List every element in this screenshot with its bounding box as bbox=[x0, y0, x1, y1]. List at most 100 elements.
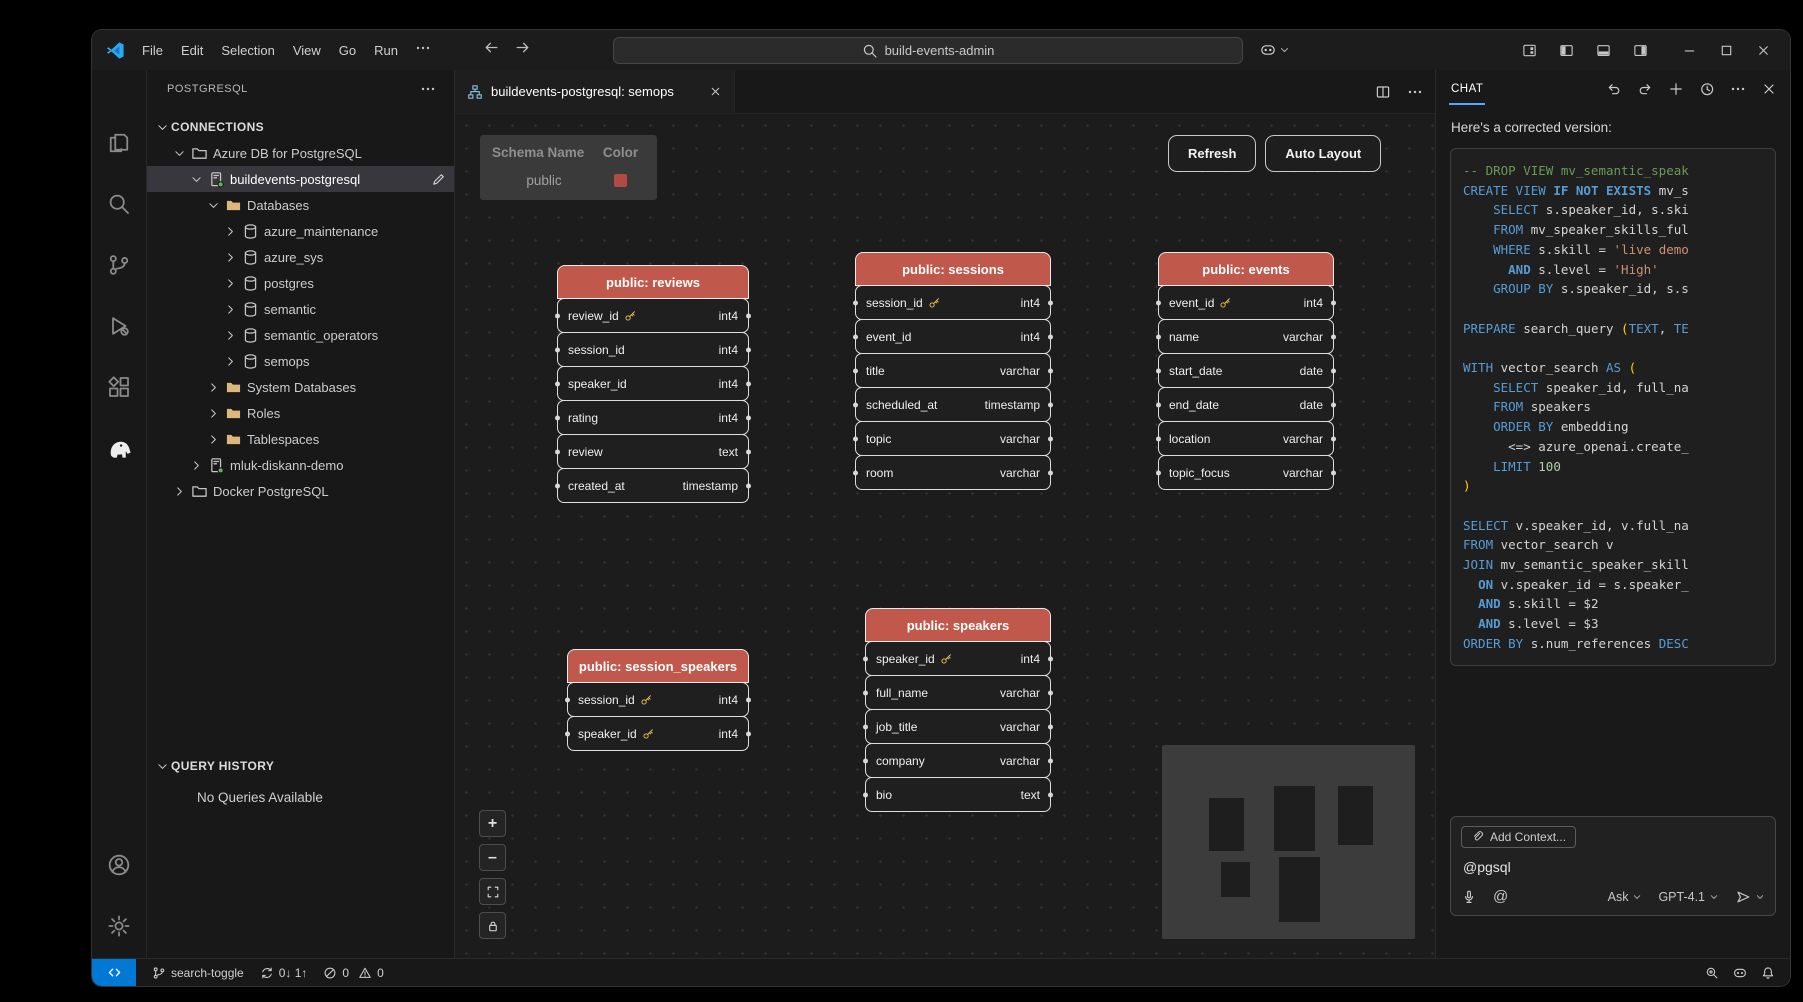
tree-item-databases[interactable]: Databases bbox=[147, 192, 454, 218]
tree-item-docker-postgresql[interactable]: Docker PostgreSQL bbox=[147, 478, 454, 504]
tree-item-postgres[interactable]: postgres bbox=[147, 270, 454, 296]
zoom-in-button[interactable]: + bbox=[479, 810, 506, 837]
git-sync-item[interactable]: 0↓ 1↑ bbox=[252, 959, 316, 986]
erd-field-speakers-full_name[interactable]: full_namevarchar bbox=[865, 675, 1051, 710]
erd-table-title[interactable]: public: session_speakers bbox=[567, 649, 749, 683]
notifications-bell-icon[interactable] bbox=[1754, 966, 1782, 980]
chevron-right-icon[interactable] bbox=[221, 329, 239, 342]
erd-table-title[interactable]: public: sessions bbox=[855, 252, 1051, 286]
sidebar-more-icon[interactable] bbox=[420, 81, 436, 97]
erd-field-reviews-rating[interactable]: ratingint4 bbox=[557, 400, 749, 435]
erd-field-speakers-speaker_id[interactable]: speaker_idint4 bbox=[865, 641, 1051, 676]
editor-more-icon[interactable] bbox=[1407, 84, 1423, 100]
erd-field-sessions-title[interactable]: titlevarchar bbox=[855, 353, 1051, 388]
git-branch-item[interactable]: search-toggle bbox=[144, 959, 252, 986]
forward-icon[interactable] bbox=[514, 39, 531, 61]
chevron-down-icon[interactable] bbox=[204, 199, 222, 212]
mode-dropdown[interactable]: Ask bbox=[1608, 890, 1643, 904]
erd-field-session_speakers-speaker_id[interactable]: speaker_idint4 bbox=[567, 716, 749, 751]
menu-view[interactable]: View bbox=[284, 39, 330, 62]
split-editor-icon[interactable] bbox=[1375, 84, 1391, 100]
fit-view-button[interactable] bbox=[479, 878, 506, 905]
source-control-icon[interactable] bbox=[93, 239, 145, 291]
copilot-menu[interactable] bbox=[1260, 42, 1290, 58]
copilot-status-icon[interactable] bbox=[1726, 966, 1754, 980]
chat-input-value[interactable]: @pgsql bbox=[1463, 859, 1763, 875]
erd-table-title[interactable]: public: speakers bbox=[865, 608, 1051, 642]
erd-field-session_speakers-session_id[interactable]: session_idint4 bbox=[567, 682, 749, 717]
minimap[interactable] bbox=[1162, 745, 1415, 939]
chat-history-icon[interactable] bbox=[1699, 81, 1715, 97]
close-chat-icon[interactable] bbox=[1761, 81, 1777, 97]
remote-indicator[interactable] bbox=[92, 959, 136, 986]
erd-field-reviews-session_id[interactable]: session_idint4 bbox=[557, 332, 749, 367]
chevron-right-icon[interactable] bbox=[221, 277, 239, 290]
erd-field-sessions-event_id[interactable]: event_idint4 bbox=[855, 319, 1051, 354]
auto-layout-button[interactable]: Auto Layout bbox=[1265, 135, 1381, 172]
chevron-right-icon[interactable] bbox=[221, 303, 239, 316]
mention-icon[interactable]: @ bbox=[1493, 888, 1508, 905]
tree-item-semantic-operators[interactable]: semantic_operators bbox=[147, 322, 454, 348]
chat-tab[interactable]: CHAT bbox=[1449, 73, 1485, 105]
tree-item-azure-maintenance[interactable]: azure_maintenance bbox=[147, 218, 454, 244]
tree-item-azure-sys[interactable]: azure_sys bbox=[147, 244, 454, 270]
menu-go[interactable]: Go bbox=[330, 39, 365, 62]
chevron-right-icon[interactable] bbox=[204, 433, 222, 446]
chevron-right-icon[interactable] bbox=[170, 485, 188, 498]
tree-item-system-databases[interactable]: System Databases bbox=[147, 374, 454, 400]
erd-field-events-location[interactable]: locationvarchar bbox=[1158, 421, 1334, 456]
mic-icon[interactable] bbox=[1461, 889, 1477, 905]
erd-field-reviews-created_at[interactable]: created_attimestamp bbox=[557, 468, 749, 503]
chevron-right-icon[interactable] bbox=[187, 459, 205, 472]
tree-item-azure-db-for-postgresql[interactable]: Azure DB for PostgreSQL bbox=[147, 140, 454, 166]
chevron-down-icon[interactable] bbox=[153, 121, 171, 134]
run-debug-icon[interactable] bbox=[93, 300, 145, 352]
chat-more-icon[interactable] bbox=[1730, 81, 1746, 97]
chat-input-box[interactable]: Add Context... @pgsql @ Ask GPT-4.1 bbox=[1450, 816, 1776, 917]
chevron-right-icon[interactable] bbox=[204, 407, 222, 420]
query-history-header[interactable]: QUERY HISTORY bbox=[147, 752, 454, 780]
erd-field-sessions-session_id[interactable]: session_idint4 bbox=[855, 285, 1051, 320]
redo-icon[interactable] bbox=[1637, 81, 1653, 97]
lock-button[interactable] bbox=[479, 912, 506, 939]
postgresql-elephant-icon[interactable] bbox=[93, 422, 145, 474]
erd-field-speakers-bio[interactable]: biotext bbox=[865, 777, 1051, 812]
tree-item-buildevents-postgresql[interactable]: buildevents-postgresql bbox=[147, 166, 454, 192]
close-window-button[interactable] bbox=[1745, 30, 1782, 70]
erd-table-title[interactable]: public: reviews bbox=[557, 265, 749, 299]
sql-code-block[interactable]: -- DROP VIEW mv_semantic_speakCREATE VIE… bbox=[1450, 148, 1776, 666]
erd-table-speakers[interactable]: public: speakersspeaker_idint4full_namev… bbox=[865, 608, 1051, 812]
add-context-button[interactable]: Add Context... bbox=[1461, 826, 1576, 848]
send-button[interactable] bbox=[1735, 889, 1765, 905]
undo-icon[interactable] bbox=[1606, 81, 1622, 97]
model-dropdown[interactable]: GPT-4.1 bbox=[1658, 890, 1719, 904]
new-chat-icon[interactable] bbox=[1668, 81, 1684, 97]
menu-file[interactable]: File bbox=[133, 39, 172, 62]
settings-gear-icon[interactable] bbox=[93, 900, 145, 952]
refresh-button[interactable]: Refresh bbox=[1168, 135, 1256, 172]
erd-table-reviews[interactable]: public: reviewsreview_idint4session_idin… bbox=[557, 265, 749, 503]
erd-table-title[interactable]: public: events bbox=[1158, 252, 1334, 286]
tab-schema-visualization[interactable]: buildevents-postgresql: semops bbox=[455, 70, 735, 113]
erd-field-speakers-job_title[interactable]: job_titlevarchar bbox=[865, 709, 1051, 744]
erd-field-events-end_date[interactable]: end_datedate bbox=[1158, 387, 1334, 422]
chevron-right-icon[interactable] bbox=[221, 225, 239, 238]
erd-table-session_speakers[interactable]: public: session_speakerssession_idint4sp… bbox=[567, 649, 749, 751]
erd-field-reviews-speaker_id[interactable]: speaker_idint4 bbox=[557, 366, 749, 401]
chevron-down-icon[interactable] bbox=[187, 173, 205, 186]
toggle-panel-icon[interactable] bbox=[1585, 30, 1622, 70]
screen-zoom-icon[interactable] bbox=[1698, 966, 1726, 980]
command-center-search[interactable]: build-events-admin bbox=[613, 37, 1243, 64]
menu-edit[interactable]: Edit bbox=[172, 39, 212, 62]
chevron-right-icon[interactable] bbox=[221, 251, 239, 264]
erd-field-events-start_date[interactable]: start_datedate bbox=[1158, 353, 1334, 388]
tree-item-tablespaces[interactable]: Tablespaces bbox=[147, 426, 454, 452]
erd-field-speakers-company[interactable]: companyvarchar bbox=[865, 743, 1051, 778]
close-tab-icon[interactable] bbox=[709, 85, 722, 98]
menu-run[interactable]: Run bbox=[365, 39, 407, 62]
toggle-secondary-sidebar-icon[interactable] bbox=[1622, 30, 1659, 70]
erd-field-events-name[interactable]: namevarchar bbox=[1158, 319, 1334, 354]
erd-field-events-event_id[interactable]: event_idint4 bbox=[1158, 285, 1334, 320]
chevron-down-icon[interactable] bbox=[170, 147, 188, 160]
menu-selection[interactable]: Selection bbox=[212, 39, 283, 62]
